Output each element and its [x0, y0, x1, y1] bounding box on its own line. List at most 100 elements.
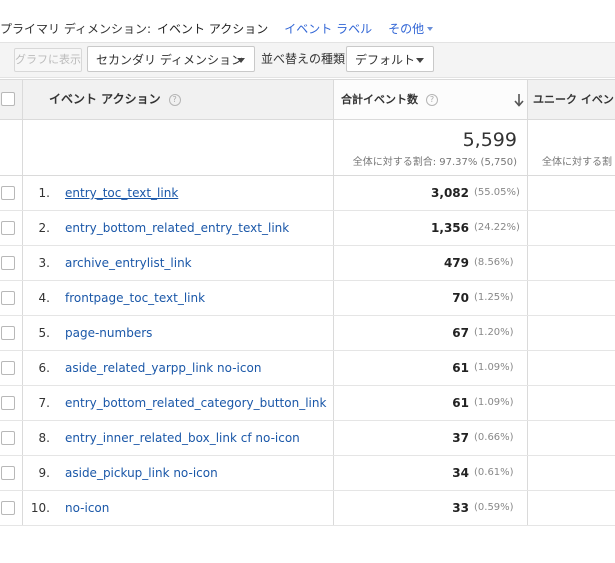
total-events-value: 37 — [452, 431, 469, 445]
total-events-value: 61 — [452, 361, 469, 375]
summary-total-value: 5,599 — [462, 129, 517, 151]
row-checkbox[interactable] — [1, 186, 15, 200]
row-checkbox[interactable] — [1, 466, 15, 480]
total-events-cell: 61 (1.09%) — [333, 351, 528, 385]
column-header-event-action[interactable]: イベント アクション ? — [49, 80, 181, 119]
table-row: 3. archive_entrylist_link 479 (8.56%) — [0, 246, 615, 281]
event-action-link[interactable]: no-icon — [65, 491, 109, 525]
total-events-cell: 61 (1.09%) — [333, 386, 528, 420]
sort-type-label: 並べ替えの種類: — [261, 52, 350, 66]
row-checkbox[interactable] — [1, 431, 15, 445]
table-row: 9. aside_pickup_link no-icon 34 (0.61%) — [0, 456, 615, 491]
primary-dimension-label: プライマリ ディメンション: — [0, 21, 152, 36]
total-events-cell: 3,082 (55.05%) — [333, 176, 528, 210]
row-number: 6. — [38, 361, 50, 375]
row-checkbox[interactable] — [1, 396, 15, 410]
total-events-share: (8.56%) — [474, 257, 514, 268]
column-divider — [22, 211, 23, 245]
primary-dimension-bar: プライマリ ディメンション: イベント アクション イベント ラベル その他 — [0, 19, 434, 37]
total-events-share: (1.20%) — [474, 327, 514, 338]
row-number: 4. — [38, 291, 50, 305]
event-action-link[interactable]: entry_toc_text_link — [65, 176, 178, 210]
total-events-value: 61 — [452, 396, 469, 410]
total-events-cell: 479 (8.56%) — [333, 246, 528, 280]
total-events-value: 34 — [452, 466, 469, 480]
row-number: 7. — [38, 396, 50, 410]
show-in-graph-button[interactable]: グラフに表示 — [14, 48, 82, 72]
column-divider — [22, 491, 23, 525]
sort-type-select[interactable]: デフォルト — [346, 46, 434, 72]
primary-dimension-event-label-link[interactable]: イベント ラベル — [284, 20, 372, 37]
chevron-down-icon — [416, 58, 424, 63]
help-icon[interactable]: ? — [426, 93, 438, 106]
total-events-share: (1.09%) — [474, 397, 514, 408]
secondary-dimension-label: セカンダリ ディメンション — [96, 53, 243, 67]
column-header-unique-events[interactable]: ユニーク イベン — [533, 80, 614, 119]
column-divider — [22, 421, 23, 455]
table-row: 2. entry_bottom_related_entry_text_link 1,… — [0, 211, 615, 246]
column-divider — [22, 120, 23, 175]
total-events-share: (0.59%) — [474, 502, 514, 513]
total-events-value: 67 — [452, 326, 469, 340]
event-action-link[interactable]: aside_pickup_link no-icon — [65, 456, 218, 490]
column-header-total-events[interactable]: 合計イベント数 ? — [333, 80, 528, 119]
event-action-link[interactable]: aside_related_yarpp_link no-icon — [65, 351, 261, 385]
total-events-cell: 67 (1.20%) — [333, 316, 528, 350]
row-checkbox[interactable] — [1, 501, 15, 515]
secondary-dimension-select[interactable]: セカンダリ ディメンション — [87, 46, 255, 72]
table-summary-row: 5,599 全体に対する割合: 97.37% (5,750) 全体に対する割 — [0, 120, 615, 176]
column-divider — [22, 351, 23, 385]
total-events-cell: 33 (0.59%) — [333, 491, 528, 525]
row-number: 1. — [38, 186, 50, 200]
total-events-share: (0.61%) — [474, 467, 514, 478]
total-events-cell: 34 (0.61%) — [333, 456, 528, 490]
row-checkbox[interactable] — [1, 326, 15, 340]
total-events-value: 70 — [452, 291, 469, 305]
table-row: 4. frontpage_toc_text_link 70 (1.25%) — [0, 281, 615, 316]
event-action-link[interactable]: archive_entrylist_link — [65, 246, 192, 280]
table-row: 7. entry_bottom_related_category_button_l… — [0, 386, 615, 421]
table-row: 5. page-numbers 67 (1.20%) — [0, 316, 615, 351]
row-checkbox[interactable] — [1, 256, 15, 270]
column-divider — [22, 456, 23, 490]
event-action-link[interactable]: frontpage_toc_text_link — [65, 281, 205, 315]
chevron-down-icon — [237, 58, 245, 63]
row-number: 9. — [38, 466, 50, 480]
table-header: イベント アクション ? 合計イベント数 ? ユニーク イベン — [0, 79, 615, 120]
total-events-share: (0.66%) — [474, 432, 514, 443]
row-number: 2. — [38, 221, 50, 235]
total-events-share: (55.05%) — [474, 187, 520, 198]
primary-dimension-other-menu[interactable]: その他 — [388, 20, 434, 37]
column-divider — [22, 80, 23, 119]
table-toolbar: グラフに表示 セカンダリ ディメンション 並べ替えの種類: デフォルト — [0, 42, 615, 78]
event-action-link[interactable]: page-numbers — [65, 316, 152, 350]
total-events-value: 33 — [452, 501, 469, 515]
column-divider — [22, 386, 23, 420]
total-events-value: 479 — [443, 256, 469, 270]
row-checkbox[interactable] — [1, 221, 15, 235]
row-number: 5. — [38, 326, 50, 340]
total-events-cell: 37 (0.66%) — [333, 421, 528, 455]
total-events-value: 1,356 — [431, 221, 469, 235]
summary-unique-share: 全体に対する割 — [542, 157, 612, 168]
data-table: イベント アクション ? 合計イベント数 ? ユニーク イベン 5,599 全体… — [0, 79, 615, 526]
column-divider — [22, 281, 23, 315]
row-number: 8. — [38, 431, 50, 445]
other-menu-label: その他 — [388, 21, 425, 36]
table-body: 1. entry_toc_text_link 3,082 (55.05%) 2. entr… — [0, 176, 615, 526]
select-all-checkbox[interactable] — [1, 92, 15, 106]
sort-descending-icon — [514, 94, 524, 107]
column-divider — [22, 316, 23, 350]
primary-dimension-active: イベント アクション — [157, 21, 269, 36]
total-events-share: (1.25%) — [474, 292, 514, 303]
row-checkbox[interactable] — [1, 291, 15, 305]
row-checkbox[interactable] — [1, 361, 15, 375]
column-header-event-action-label: イベント アクション — [49, 92, 161, 106]
event-action-link[interactable]: entry_bottom_related_category_button_lin… — [65, 386, 326, 420]
table-row: 10. no-icon 33 (0.59%) — [0, 491, 615, 526]
table-row: 8. entry_inner_related_box_link cf no-ico… — [0, 421, 615, 456]
chevron-down-icon — [427, 27, 434, 31]
event-action-link[interactable]: entry_bottom_related_entry_text_link — [65, 211, 289, 245]
help-icon[interactable]: ? — [168, 93, 181, 106]
event-action-link[interactable]: entry_inner_related_box_link cf no-icon — [65, 421, 300, 455]
